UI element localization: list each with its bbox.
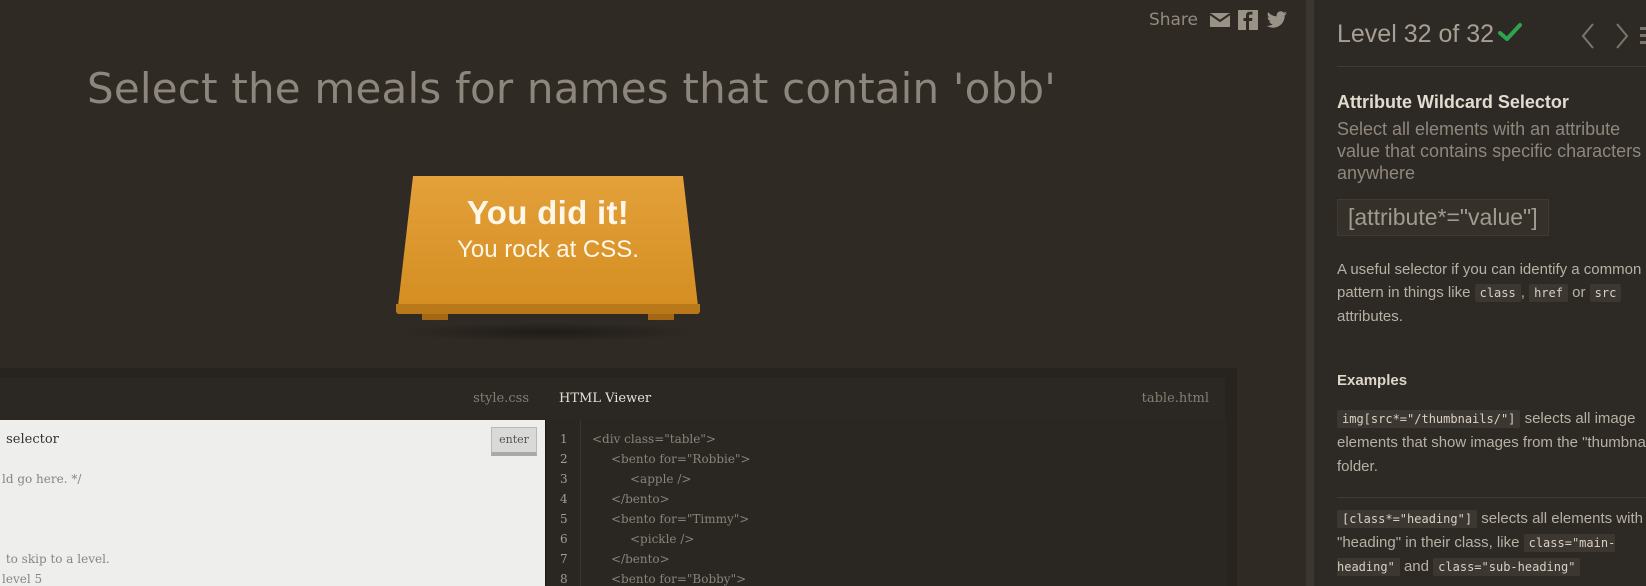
divider: [1337, 497, 1646, 498]
level-sidebar: Level 32 of 32 Attribute Wildcard Select…: [1314, 0, 1646, 586]
line-number: 8: [560, 572, 568, 586]
hint-code-class: class: [1474, 284, 1521, 302]
line-number: 2: [560, 452, 568, 466]
css-line: selector: [2, 432, 59, 447]
panel-divider[interactable]: [1306, 0, 1314, 586]
twitter-icon[interactable]: [1266, 11, 1288, 29]
code-line[interactable]: <bento for="Timmy">: [611, 512, 749, 526]
example-code: img[src*="/thumbnails/"]: [1337, 410, 1521, 428]
menu-icon[interactable]: [1640, 22, 1646, 57]
share-bar: Share: [1149, 10, 1288, 30]
bento-table: You did it! You rock at CSS.: [396, 172, 700, 342]
examples-heading: Examples: [1337, 372, 1408, 389]
css-line: ld go here. */: [2, 472, 82, 486]
code-line[interactable]: <div class="table">: [592, 432, 716, 446]
html-code-area: 1 2 3 4 5 6 7 8 <div class="table"> <ben…: [545, 420, 1226, 586]
example-code: [class*="heading"]: [1337, 510, 1478, 528]
html-viewer-header: HTML Viewer table.html: [545, 378, 1225, 420]
win-message: You did it! You rock at CSS.: [398, 194, 698, 264]
level-instruction: Select the meals for names that contain …: [87, 64, 1057, 113]
share-label: Share: [1148, 10, 1198, 30]
facebook-icon[interactable]: [1238, 10, 1258, 30]
selector-description: Select all elements with an attribute va…: [1337, 119, 1642, 183]
html-viewer-title: HTML Viewer: [559, 391, 652, 406]
line-number: 6: [560, 532, 568, 546]
hint-separator: or: [1572, 284, 1586, 301]
line-number: 3: [560, 472, 568, 486]
enter-button[interactable]: enter: [491, 427, 537, 456]
code-line[interactable]: </bento>: [611, 492, 670, 506]
selector-name: Attribute Wildcard Selector: [1337, 92, 1569, 112]
win-subheading: You rock at CSS.: [457, 236, 639, 263]
css-line: to skip to a level.: [2, 552, 110, 566]
line-number: 4: [560, 492, 568, 506]
code-line[interactable]: <bento for="Robbie">: [611, 452, 751, 466]
html-viewer: HTML Viewer table.html 1 2 3 4 5 6 7 8 <…: [545, 378, 1226, 586]
css-filename: style.css: [473, 391, 529, 406]
code-line[interactable]: <apple />: [630, 472, 691, 486]
css-line: level 5: [2, 572, 43, 586]
code-line[interactable]: </bento>: [611, 552, 670, 566]
line-number: 5: [560, 512, 568, 526]
line-number: 1: [560, 432, 568, 446]
game-area: Share Select the meals for names that co…: [0, 0, 1306, 586]
win-heading: You did it!: [466, 194, 630, 231]
css-editor-header: style.css: [0, 378, 545, 420]
code-line[interactable]: <bento for="Bobby">: [611, 572, 746, 586]
hint-code-href: href: [1529, 284, 1568, 302]
chevron-left-icon[interactable]: [1580, 22, 1596, 57]
example-item: [class*="heading"] selects all elements …: [1337, 507, 1646, 579]
envelope-icon[interactable]: [1210, 12, 1230, 28]
line-number-gutter: 1 2 3 4 5 6 7 8: [546, 420, 581, 586]
line-number: 7: [560, 552, 568, 566]
hint-separator: ,: [1520, 284, 1525, 301]
selector-hint: A useful selector if you can identify a …: [1337, 258, 1646, 328]
html-filename: table.html: [1141, 391, 1209, 406]
hint-code-src: src: [1589, 284, 1622, 302]
css-input-area[interactable]: selector ld go here. */ to skip to a lev…: [0, 420, 545, 586]
checkmark-icon: [1498, 22, 1522, 47]
selector-syntax: [attribute*="value"]: [1337, 199, 1549, 236]
css-editor: style.css selector ld go here. */ to ski…: [0, 378, 545, 586]
hint-text: attributes.: [1337, 308, 1403, 325]
table-edge: [396, 304, 700, 314]
example-code: class="sub-heading": [1433, 558, 1581, 576]
example-item: img[src*="/thumbnails/"] selects all ima…: [1337, 407, 1646, 479]
divider: [1337, 66, 1646, 67]
example-text: and: [1403, 558, 1429, 575]
level-indicator: Level 32 of 32: [1337, 20, 1495, 48]
editor-panel: style.css selector ld go here. */ to ski…: [0, 368, 1237, 586]
code-line[interactable]: <pickle />: [630, 532, 694, 546]
chevron-right-icon[interactable]: [1614, 22, 1630, 57]
table-shadow: [398, 322, 698, 342]
